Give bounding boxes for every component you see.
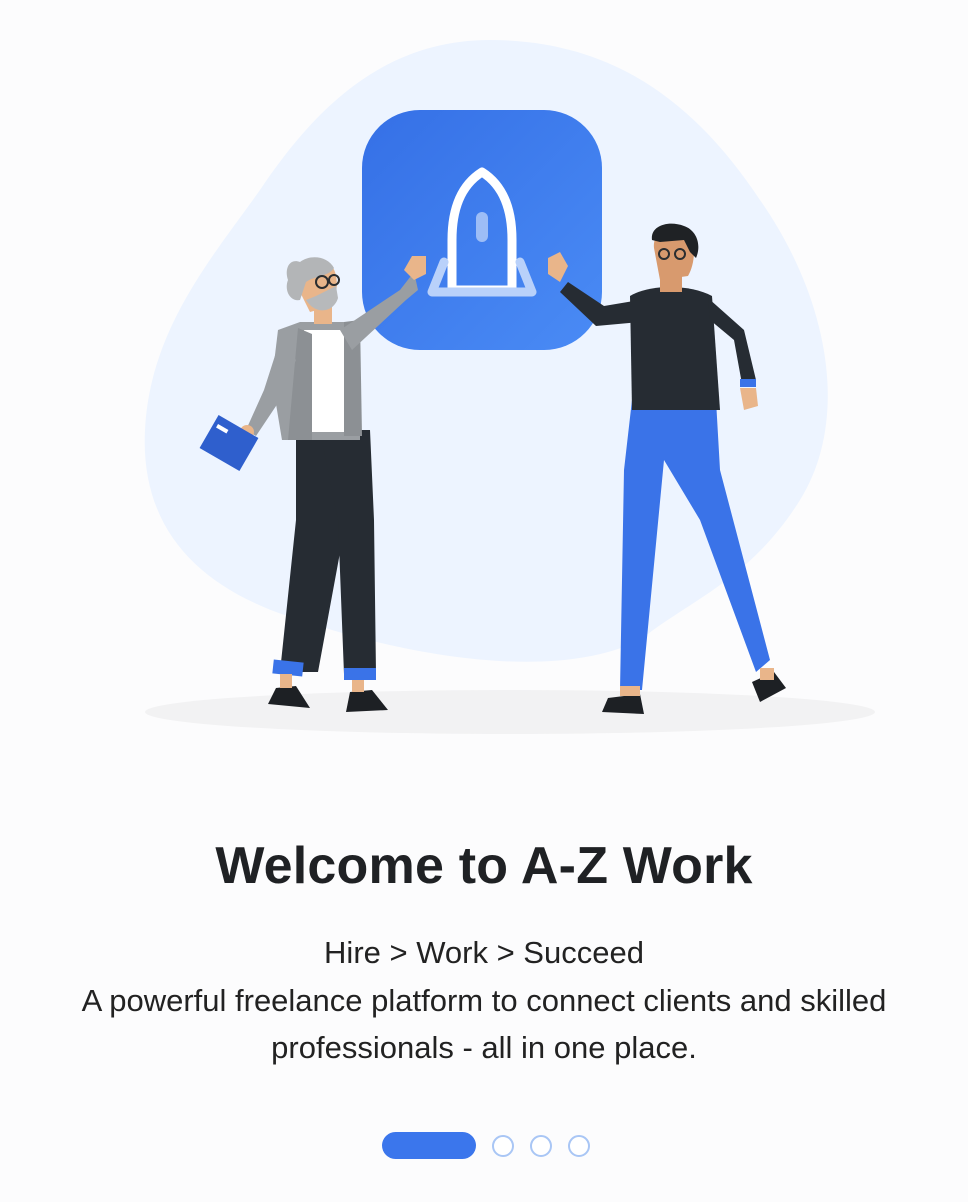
onboarding-illustration [144,40,875,734]
onboarding-tagline: Hire > Work > Succeed [324,935,644,970]
page-indicator [382,1132,590,1159]
page-dot-3[interactable] [530,1134,552,1157]
onboarding-title: Welcome to A-Z Work [215,837,753,895]
app-logo-tile [362,110,602,350]
page-dot-1[interactable] [382,1132,476,1159]
page-dot-4[interactable] [568,1134,590,1157]
onboarding-description: A powerful freelance platform to connect… [81,983,887,1065]
page-dot-2[interactable] [492,1134,514,1157]
